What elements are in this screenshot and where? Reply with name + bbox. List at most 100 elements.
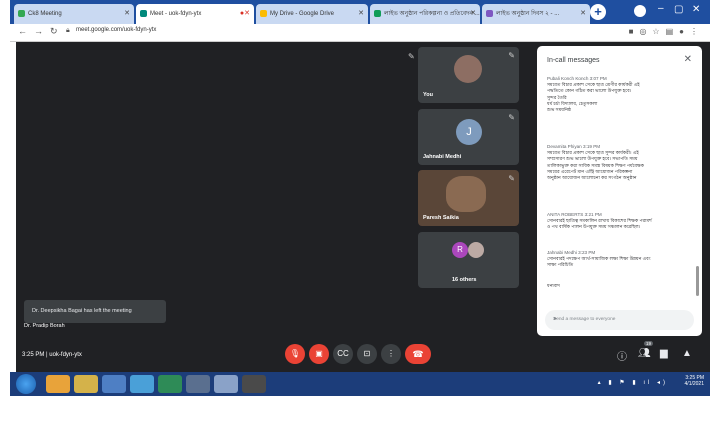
tile-menu-icon[interactable]: ✎ <box>508 113 515 122</box>
tab-label: Meet - uok-fdyn-ytx <box>150 11 202 17</box>
message-text: সোনবারই ছাত্রিত্ব সমকালিন রাখায় বিকাশের… <box>547 218 695 231</box>
tile-menu-icon[interactable]: ✎ <box>508 174 515 183</box>
browser-tab[interactable]: লাইভ অনুষ্ঠান দিবস ২ - ... ✕ <box>482 4 590 24</box>
app-icon[interactable] <box>242 375 266 393</box>
lock-icon: 🔒︎ <box>66 27 70 34</box>
more-vertical-icon: ⋮ <box>387 349 395 358</box>
participant-tile-video[interactable]: ✎ Paresh Saikia <box>418 170 519 226</box>
chat-message: Jahnabi Medhi 3:23 PM সোনবারই পদক্ষেপ আর… <box>547 250 695 269</box>
tab-label: লাইভ অনুষ্ঠান পরিকল্পনা ও প্রতিবেদন ... <box>384 11 480 17</box>
browser-tab[interactable]: Ck8 Meeting ✕ <box>14 4 134 24</box>
browser-tab[interactable]: My Drive - Google Drive ✕ <box>256 4 368 24</box>
forward-icon[interactable]: → <box>34 26 43 36</box>
forms-favicon-icon <box>486 10 493 17</box>
chat-icon[interactable]: ▆ <box>660 348 668 359</box>
avatar-icon[interactable]: ● <box>679 27 690 36</box>
new-tab-button[interactable]: + <box>590 4 606 20</box>
captions-icon: CC <box>337 349 349 358</box>
app-icon[interactable] <box>186 375 210 393</box>
message-sender: Pubali Konch Konch 3:07 PM <box>547 76 607 81</box>
close-tab-icon[interactable]: ✕ <box>580 4 586 24</box>
participant-name: You <box>423 92 433 98</box>
more-options-button[interactable]: ⋮ <box>381 344 401 364</box>
reload-icon[interactable]: ↻ <box>50 26 58 37</box>
captions-button[interactable]: CC <box>333 344 353 364</box>
message-sender: Devamita Phiyan 3:19 PM <box>547 144 601 149</box>
people-icon[interactable]: 👥︎ <box>638 348 651 359</box>
tab-favicon-icon <box>18 10 25 17</box>
people-count-badge: 19 <box>644 341 654 346</box>
meet-favicon-icon <box>140 10 147 17</box>
tab-label: My Drive - Google Drive <box>270 11 335 17</box>
extensions-icon[interactable]: ▤ <box>666 27 680 36</box>
zoom-icon[interactable]: ◎ <box>639 27 652 36</box>
chat-message: ANITA ROBERTS 3:21 PM সোনবারই ছাত্রিত্ব … <box>547 212 695 231</box>
chat-title: In-call messages <box>547 57 600 64</box>
mic-toggle-button[interactable]: 🎙︎ <box>285 344 305 364</box>
menu-kebab-icon[interactable]: ⋮ <box>690 27 704 36</box>
minimize-icon[interactable]: – <box>658 3 664 14</box>
info-icon[interactable]: ⓘ <box>617 348 627 363</box>
app-icon[interactable] <box>158 375 182 393</box>
camera-indicator-icon[interactable]: ■ <box>629 27 640 36</box>
browser-tab-active[interactable]: Meet - uok-fdyn-ytx ●✕ <box>136 4 254 24</box>
participant-name: 16 others <box>452 277 477 283</box>
message-text: সমবেত বিচার প্রকাশ সেকে ছাত্র শ্রেণীর কা… <box>547 82 695 113</box>
chrome-icon[interactable] <box>46 375 70 393</box>
tile-menu-icon[interactable]: ✎ <box>508 51 515 60</box>
close-window-icon[interactable]: ✕ <box>692 4 700 15</box>
participant-tile-you[interactable]: ✎ You <box>418 47 519 103</box>
meeting-time-code: 3:25 PM | uok-fdyn-ytx <box>22 352 82 358</box>
maximize-icon[interactable]: ▢ <box>674 4 683 15</box>
present-button[interactable]: ⊡ <box>357 344 377 364</box>
message-text: ধন্যবাদ <box>547 283 695 289</box>
recording-dot-icon: ●✕ <box>239 10 250 17</box>
avatar <box>454 55 482 83</box>
close-tab-icon[interactable]: ✕ <box>470 4 476 24</box>
profile-icon[interactable] <box>634 5 646 17</box>
message-sender: Jahnabi Medhi 3:23 PM <box>547 250 596 255</box>
start-button-icon[interactable] <box>16 374 36 394</box>
tab-label: Ck8 Meeting <box>28 11 62 17</box>
leave-call-button[interactable]: ☎︎ <box>405 344 431 364</box>
chat-message: ধন্যবাদ <box>547 282 695 289</box>
taskbar-clock[interactable]: 3:25 PM 4/1/2021 <box>685 375 704 387</box>
left-edge <box>10 42 16 372</box>
file-explorer-icon[interactable] <box>74 375 98 393</box>
windows-taskbar: ▴ ▮ ⚑ ▮ ıl ◂) 3:25 PM 4/1/2021 <box>10 372 710 396</box>
back-icon[interactable]: ← <box>18 26 27 36</box>
drive-favicon-icon <box>260 10 267 17</box>
pin-icon[interactable]: ✎ <box>408 52 415 61</box>
participant-name: Jahnabi Medhi <box>423 154 462 160</box>
system-tray-icons[interactable]: ▴ ▮ ⚑ ▮ ıl ◂) <box>598 379 668 386</box>
chat-scrollbar[interactable] <box>696 266 699 296</box>
message-line: ও পথ বার্ষিক পালন উপযুক্ত সময় সঞ্চালন ক… <box>547 224 641 230</box>
chat-message: Devamita Phiyan 3:19 PM সমবেত বিচার প্রক… <box>547 144 695 181</box>
sheets-favicon-icon <box>374 10 381 17</box>
close-icon[interactable]: ✕ <box>684 54 692 65</box>
camera-toggle-button[interactable]: ▣ <box>309 344 329 364</box>
participant-tile[interactable]: J ✎ Jahnabi Medhi <box>418 109 519 165</box>
window-controls: – ▢ ✕ <box>630 2 708 22</box>
participant-name: Paresh Saikia <box>423 215 459 221</box>
message-sender: ANITA ROBERTS 3:21 PM <box>547 212 602 217</box>
address-bar: ← → ↻ 🔒︎ meet.google.com/uok-fdyn-ytx ■◎… <box>10 24 710 42</box>
chat-message-input[interactable]: Send a message to everyone ➤ <box>545 310 694 330</box>
in-call-messages-panel: In-call messages ✕ Pubali Konch Konch 3:… <box>537 46 702 336</box>
toolbar-icons: ■◎☆▤●⋮ <box>629 27 704 36</box>
avatar: R <box>452 242 468 258</box>
chat-message: Pubali Konch Konch 3:07 PM সমবেত বিচার প… <box>547 76 695 113</box>
close-tab-icon[interactable]: ✕ <box>358 4 364 24</box>
activities-icon[interactable]: ▲ <box>682 348 692 359</box>
app-icon[interactable] <box>214 375 238 393</box>
app-icon[interactable] <box>130 375 154 393</box>
close-tab-icon[interactable]: ✕ <box>124 4 130 24</box>
bookmark-star-icon[interactable]: ☆ <box>652 27 665 36</box>
message-line: সাক্ষ্য পরিচিতি <box>547 262 574 268</box>
url-field[interactable]: meet.google.com/uok-fdyn-ytx <box>76 27 156 33</box>
participant-tile-others[interactable]: R 16 others <box>418 232 519 288</box>
send-icon[interactable]: ➤ <box>553 317 688 322</box>
app-icon[interactable] <box>102 375 126 393</box>
browser-tab[interactable]: লাইভ অনুষ্ঠান পরিকল্পনা ও প্রতিবেদন ... … <box>370 4 480 24</box>
message-line: ধন্যবাদ <box>547 283 560 288</box>
